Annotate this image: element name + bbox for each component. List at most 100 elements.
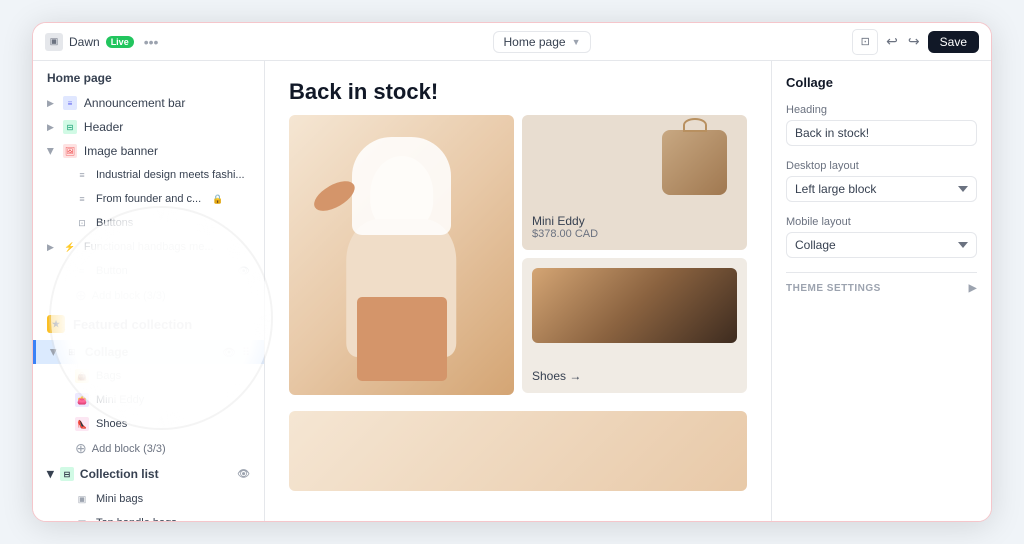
bag-handle — [683, 118, 707, 132]
mini-eddy-price: $378.00 CAD — [532, 228, 737, 240]
sidebar-item-button[interactable]: ≡ Button 👁 — [33, 259, 264, 283]
white-top — [352, 137, 451, 235]
bag-thumbnail — [662, 130, 727, 195]
functional-icon: ⚡ — [63, 240, 77, 254]
page-selector[interactable]: Home page ▼ — [493, 31, 592, 53]
chevron-right-icon-2: ▶ — [47, 122, 54, 133]
collage-right-column: Mini Eddy $378.00 CAD Shoes → — [522, 115, 747, 395]
mini-eddy-product-name: Mini Eddy — [532, 214, 737, 228]
sidebar-item-functional[interactable]: ▶ ⚡ Functional handbags me... — [33, 235, 264, 259]
founder-label: From founder and c... — [96, 193, 201, 205]
save-button[interactable]: Save — [928, 31, 979, 53]
sidebar-item-bags[interactable]: 👜 Bags — [33, 364, 264, 388]
store-icon: ▣ — [45, 33, 63, 51]
legs — [357, 297, 447, 381]
plus-icon-functional: ⊕ — [75, 287, 87, 304]
chevron-down-icon-2: ▶ — [45, 148, 56, 155]
sidebar-item-announcement[interactable]: ▶ ≡ Announcement bar — [33, 91, 264, 115]
undo-button[interactable]: ↩ — [884, 31, 900, 52]
chevron-down-collection: ▶ — [45, 471, 56, 478]
add-block-label-functional: Add block (3/3) — [92, 290, 166, 302]
featured-collection-icon: ★ — [47, 315, 65, 333]
main-area: Home page ▶ ≡ Announcement bar ▶ ⊟ Heade… — [33, 61, 991, 521]
bags-label: Bags — [96, 370, 121, 382]
theme-settings-row[interactable]: THEME SETTINGS ▶ — [786, 272, 977, 294]
heading-input[interactable] — [786, 120, 977, 146]
desktop-layout-group: Desktop layout Left large block Right la… — [786, 160, 977, 202]
chevron-right-icon: ▶ — [47, 98, 54, 109]
sidebar-item-industrial[interactable]: ≡ Industrial design meets fashi... — [33, 163, 264, 187]
sidebar-item-shoes[interactable]: 👠 Shoes — [33, 412, 264, 436]
heading-group: Heading — [786, 104, 977, 146]
top-bar-left: ▣ Dawn Live ••• — [45, 33, 245, 51]
hide-icon-collection[interactable]: 👁 — [237, 469, 250, 480]
text-icon: ≡ — [75, 168, 89, 182]
desktop-layout-label: Desktop layout — [786, 160, 977, 172]
collage-actions: 👁 ⠿ — [222, 346, 250, 359]
preview-area: Back in stock! — [265, 61, 771, 521]
mini-eddy-label: Mini Eddy — [96, 394, 144, 406]
mini-bags-label: Mini bags — [96, 493, 143, 505]
button-label: Button — [96, 265, 128, 277]
top-handle-label: Top handle bags — [96, 517, 177, 521]
add-block-collage[interactable]: ⊕ Add block (3/3) — [33, 436, 264, 461]
collage-grid: Mini Eddy $378.00 CAD Shoes → — [265, 115, 771, 411]
mini-eddy-icon: 👛 — [75, 393, 89, 407]
shoes-icon: 👠 — [75, 417, 89, 431]
image-banner-icon: 🖼 — [63, 144, 77, 158]
mobile-layout-select[interactable]: Collage Column Row — [786, 232, 977, 258]
top-bar-center: Home page ▼ — [253, 31, 831, 53]
preview-content: Back in stock! — [265, 61, 771, 521]
eye-icon-collage[interactable]: 👁 — [222, 346, 236, 359]
top-bar: ▣ Dawn Live ••• Home page ▼ ⊡ ↩ ↪ Save — [33, 23, 991, 61]
sidebar-item-collage[interactable]: ▶ ⊞ Collage 👁 ⠿ — [33, 340, 264, 364]
heading-label: Heading — [786, 104, 977, 116]
lock-icon: 🔒 — [212, 194, 223, 205]
sidebar-item-mini-eddy[interactable]: 👛 Mini Eddy — [33, 388, 264, 412]
dots-menu[interactable]: ••• — [144, 34, 159, 50]
collage-main-image — [289, 115, 514, 395]
desktop-layout-select[interactable]: Left large block Right large block Grid — [786, 176, 977, 202]
chevron-right-theme: ▶ — [969, 283, 977, 294]
chevron-right-icon-3: ▶ — [47, 242, 54, 253]
mini-bags-icon: ▣ — [75, 492, 89, 506]
preview-bottom-section — [289, 411, 747, 491]
mobile-layout-group: Mobile layout Collage Column Row — [786, 216, 977, 258]
preview-heading: Back in stock! — [265, 61, 771, 115]
right-panel: Collage Heading Desktop layout Left larg… — [771, 61, 991, 521]
chevron-down-icon: ▼ — [572, 37, 581, 47]
shoes-link[interactable]: Shoes → — [532, 369, 737, 383]
add-block-collage-label: Add block (3/3) — [92, 443, 166, 455]
drag-icon-collage[interactable]: ⠿ — [242, 346, 250, 359]
industrial-label: Industrial design meets fashi... — [96, 169, 245, 181]
sidebar-item-featured-collection[interactable]: ★ Featured collection — [33, 308, 264, 340]
sidebar-item-mini-bags[interactable]: ▣ Mini bags — [33, 487, 264, 511]
redo-button[interactable]: ↪ — [906, 31, 922, 52]
desktop-icon[interactable]: ⊡ — [852, 29, 878, 55]
chevron-down-collage: ▶ — [48, 349, 59, 356]
theme-settings-label: THEME SETTINGS — [786, 283, 881, 294]
sidebar-item-buttons[interactable]: ⊡ Buttons — [33, 211, 264, 235]
buttons-label: Buttons — [96, 217, 133, 229]
sidebar-item-collection-list[interactable]: ▶ ⊟ Collection list 👁 — [33, 461, 264, 487]
store-name: Dawn — [69, 35, 100, 49]
button-icon-2: ≡ — [75, 264, 89, 278]
sidebar-item-header[interactable]: ▶ ⊟ Header — [33, 115, 264, 139]
featured-collection-label: Featured collection — [73, 317, 192, 332]
page-title: Home page — [504, 35, 566, 49]
sidebar-item-image-banner[interactable]: ▶ 🖼 Image banner — [33, 139, 264, 163]
collection-list-icon: ⊟ — [60, 467, 74, 481]
live-badge: Live — [106, 36, 134, 48]
announcement-bar-icon: ≡ — [63, 96, 77, 110]
announcement-bar-label: Announcement bar — [84, 96, 185, 110]
sidebar-item-top-handle[interactable]: ▣ Top handle bags — [33, 511, 264, 521]
functional-label: Functional handbags me... — [84, 241, 214, 253]
hide-icon[interactable]: 👁 — [237, 266, 250, 277]
plus-icon-collage: ⊕ — [75, 440, 87, 457]
top-handle-icon: ▣ — [75, 516, 89, 521]
button-section-icon: ⊡ — [75, 216, 89, 230]
add-block-functional[interactable]: ⊕ Add block (3/3) — [33, 283, 264, 308]
sidebar-item-founder[interactable]: ≡ From founder and c... 🔒 — [33, 187, 264, 211]
header-label: Header — [84, 120, 123, 134]
sidebar: Home page ▶ ≡ Announcement bar ▶ ⊟ Heade… — [33, 61, 265, 521]
